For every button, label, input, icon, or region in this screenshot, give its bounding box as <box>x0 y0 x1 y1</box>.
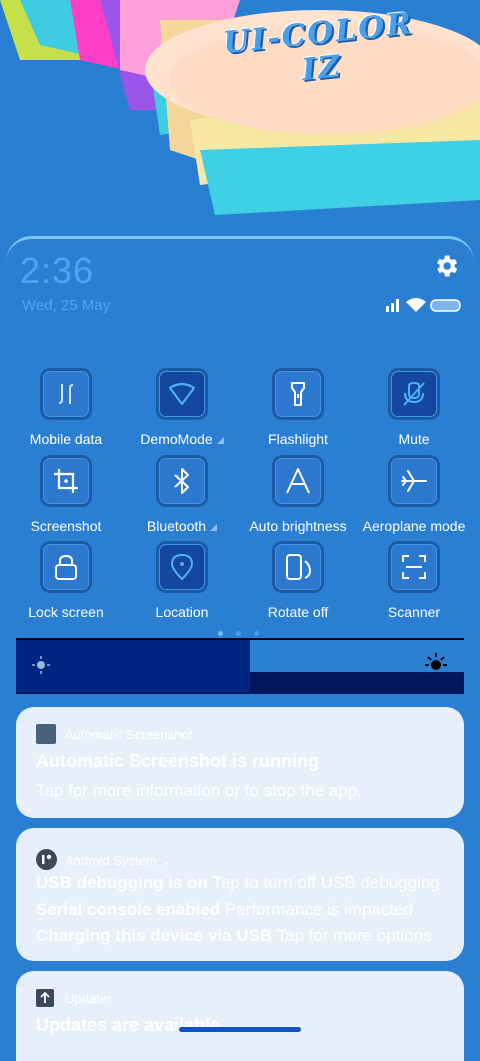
lock-icon <box>55 554 77 580</box>
update-arrow-icon <box>36 989 54 1007</box>
expand-arrow-icon[interactable] <box>210 523 218 531</box>
tile-scanner[interactable]: Scanner <box>356 541 472 621</box>
brightness-slider[interactable] <box>16 638 464 694</box>
scanner-icon <box>402 555 426 579</box>
location-button[interactable] <box>156 541 208 593</box>
wifi-icon <box>168 382 196 406</box>
rotate-button[interactable] <box>272 541 324 593</box>
tile-auto-brightness[interactable]: Auto brightness <box>240 455 356 535</box>
notification-title: Automatic Screenshot is running <box>36 751 320 771</box>
tile-label: Mobile data <box>29 431 103 447</box>
mute-icon <box>403 381 425 406</box>
tile-label: Auto brightness <box>249 518 347 534</box>
location-icon <box>170 553 194 581</box>
notification-updater[interactable]: Updater Updates are available <box>16 971 464 1061</box>
tile-mobile-data[interactable]: Mobile data <box>8 368 124 448</box>
mobile-data-button[interactable] <box>40 368 92 420</box>
mute-button[interactable] <box>388 368 440 420</box>
clock[interactable]: 2:36 <box>20 250 94 292</box>
tile-label: Rotate off <box>267 604 329 620</box>
aeroplane-mode-button[interactable] <box>388 455 440 507</box>
lock-screen-button[interactable] <box>40 541 92 593</box>
tile-aeroplane-mode[interactable]: Aeroplane mode <box>356 455 472 535</box>
flashlight-button[interactable] <box>272 368 324 420</box>
tile-label: DemoMode <box>116 431 248 447</box>
brightness-high-icon <box>425 653 447 670</box>
tile-label: Flashlight <box>268 431 328 447</box>
notification-app-name: Automatic Screenshot <box>65 727 193 742</box>
page-dot <box>236 631 241 636</box>
screenshot-button[interactable] <box>40 455 92 507</box>
rotate-icon <box>286 554 312 580</box>
app-square-icon <box>36 724 56 744</box>
page-dot <box>254 631 259 636</box>
tile-flashlight[interactable]: Flashlight <box>240 368 356 448</box>
tile-bluetooth[interactable]: Bluetooth <box>124 455 240 535</box>
flashlight-icon <box>291 382 305 406</box>
bluetooth-icon <box>174 468 189 494</box>
notification-android-system[interactable]: Android System ⌄ USB debugging is on Tap… <box>16 828 464 961</box>
tile-label: Screenshot <box>30 518 102 534</box>
wifi-status-icon <box>406 298 426 312</box>
brightness-fill <box>16 640 250 692</box>
notification-line: Serial console enabled Performance is im… <box>36 900 414 919</box>
android-system-icon <box>36 849 57 870</box>
tile-demomode[interactable]: DemoMode <box>124 368 240 448</box>
home-gesture-bar[interactable] <box>179 1027 301 1032</box>
tile-label: Lock screen <box>28 604 104 620</box>
tile-mute[interactable]: Mute <box>356 368 472 448</box>
notification-title: Updates are available <box>36 1015 221 1035</box>
tile-location[interactable]: Location <box>124 541 240 621</box>
tile-label: Aeroplane mode <box>362 518 466 534</box>
screenshot-icon <box>54 469 78 493</box>
notification-automatic-screenshot[interactable]: Automatic Screenshot Automatic Screensho… <box>16 707 464 818</box>
brightness-low-icon <box>32 656 50 674</box>
demomode-button[interactable] <box>156 368 208 420</box>
settings-gear-icon[interactable] <box>432 252 460 280</box>
notification-line: USB debugging is on Tap to turn off USB … <box>36 873 440 892</box>
notification-app-name: Android System ⌄ <box>65 853 172 868</box>
tile-label: Mute <box>398 431 430 447</box>
notification-line: Charging this device via USB Tap for mor… <box>36 926 432 945</box>
expand-arrow-icon[interactable] <box>216 436 224 444</box>
date[interactable]: Wed, 25 May <box>22 297 110 314</box>
auto-brightness-icon <box>286 468 310 494</box>
auto-brightness-button[interactable] <box>272 455 324 507</box>
tile-rotate[interactable]: Rotate off <box>240 541 356 621</box>
tile-lock-screen[interactable]: Lock screen <box>8 541 124 621</box>
tile-label: Bluetooth <box>116 518 248 534</box>
battery-icon <box>430 299 461 312</box>
mobile-data-icon <box>58 384 74 404</box>
chevron-down-icon[interactable]: ⌄ <box>160 853 171 868</box>
scanner-button[interactable] <box>388 541 440 593</box>
tile-label: Scanner <box>387 604 441 620</box>
status-icons <box>386 298 461 312</box>
notification-app-name: Updater <box>65 991 112 1006</box>
bluetooth-button[interactable] <box>156 455 208 507</box>
page-dot <box>218 631 223 636</box>
aeroplane-icon <box>401 470 427 492</box>
notification-body: Tap for more information or to stop the … <box>36 781 363 800</box>
signal-icon <box>386 299 399 312</box>
tile-label: Location <box>155 604 209 620</box>
tile-screenshot[interactable]: Screenshot <box>8 455 124 535</box>
